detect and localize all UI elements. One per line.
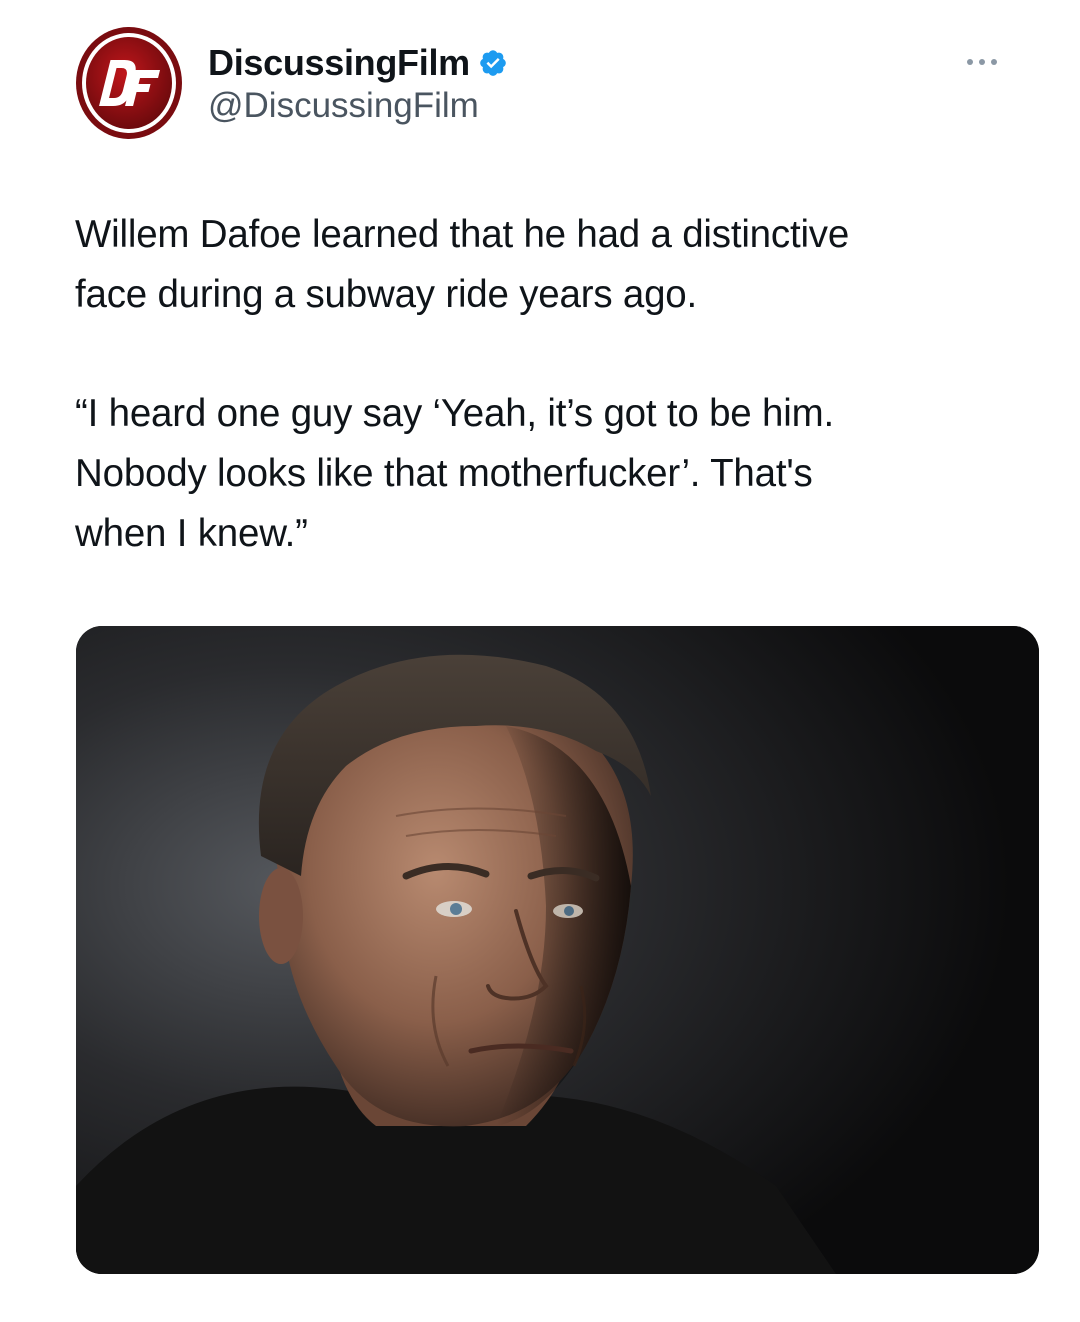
- tweet-text-line: Nobody looks like that motherfucker’. Th…: [75, 452, 813, 495]
- tweet-text-line: when I knew.”: [75, 512, 308, 555]
- avatar[interactable]: [75, 26, 183, 140]
- tweet-card: DiscussingFilm @DiscussingFilm Willem Da…: [0, 0, 1080, 1322]
- author-display-name[interactable]: DiscussingFilm: [208, 42, 470, 84]
- verified-badge-icon[interactable]: [478, 48, 508, 78]
- tweet-text-paragraph-1: Willem Dafoe learned that he had a disti…: [75, 205, 1035, 325]
- tweet-text-line: Willem Dafoe learned that he had a disti…: [75, 213, 850, 256]
- author-name-row: DiscussingFilm: [208, 40, 508, 86]
- author-handle[interactable]: @DiscussingFilm: [208, 86, 479, 126]
- more-options-icon[interactable]: [950, 44, 1014, 80]
- tweet-text-line: face during a subway ride years ago.: [75, 273, 697, 316]
- tweet-photo[interactable]: [76, 626, 1039, 1274]
- tweet-text-line: “I heard one guy say ‘Yeah, it’s got to …: [75, 392, 834, 435]
- discussingfilm-logo-icon: [76, 27, 182, 139]
- tweet-text-paragraph-2: “I heard one guy say ‘Yeah, it’s got to …: [75, 384, 1035, 564]
- portrait-photo: [76, 626, 1039, 1274]
